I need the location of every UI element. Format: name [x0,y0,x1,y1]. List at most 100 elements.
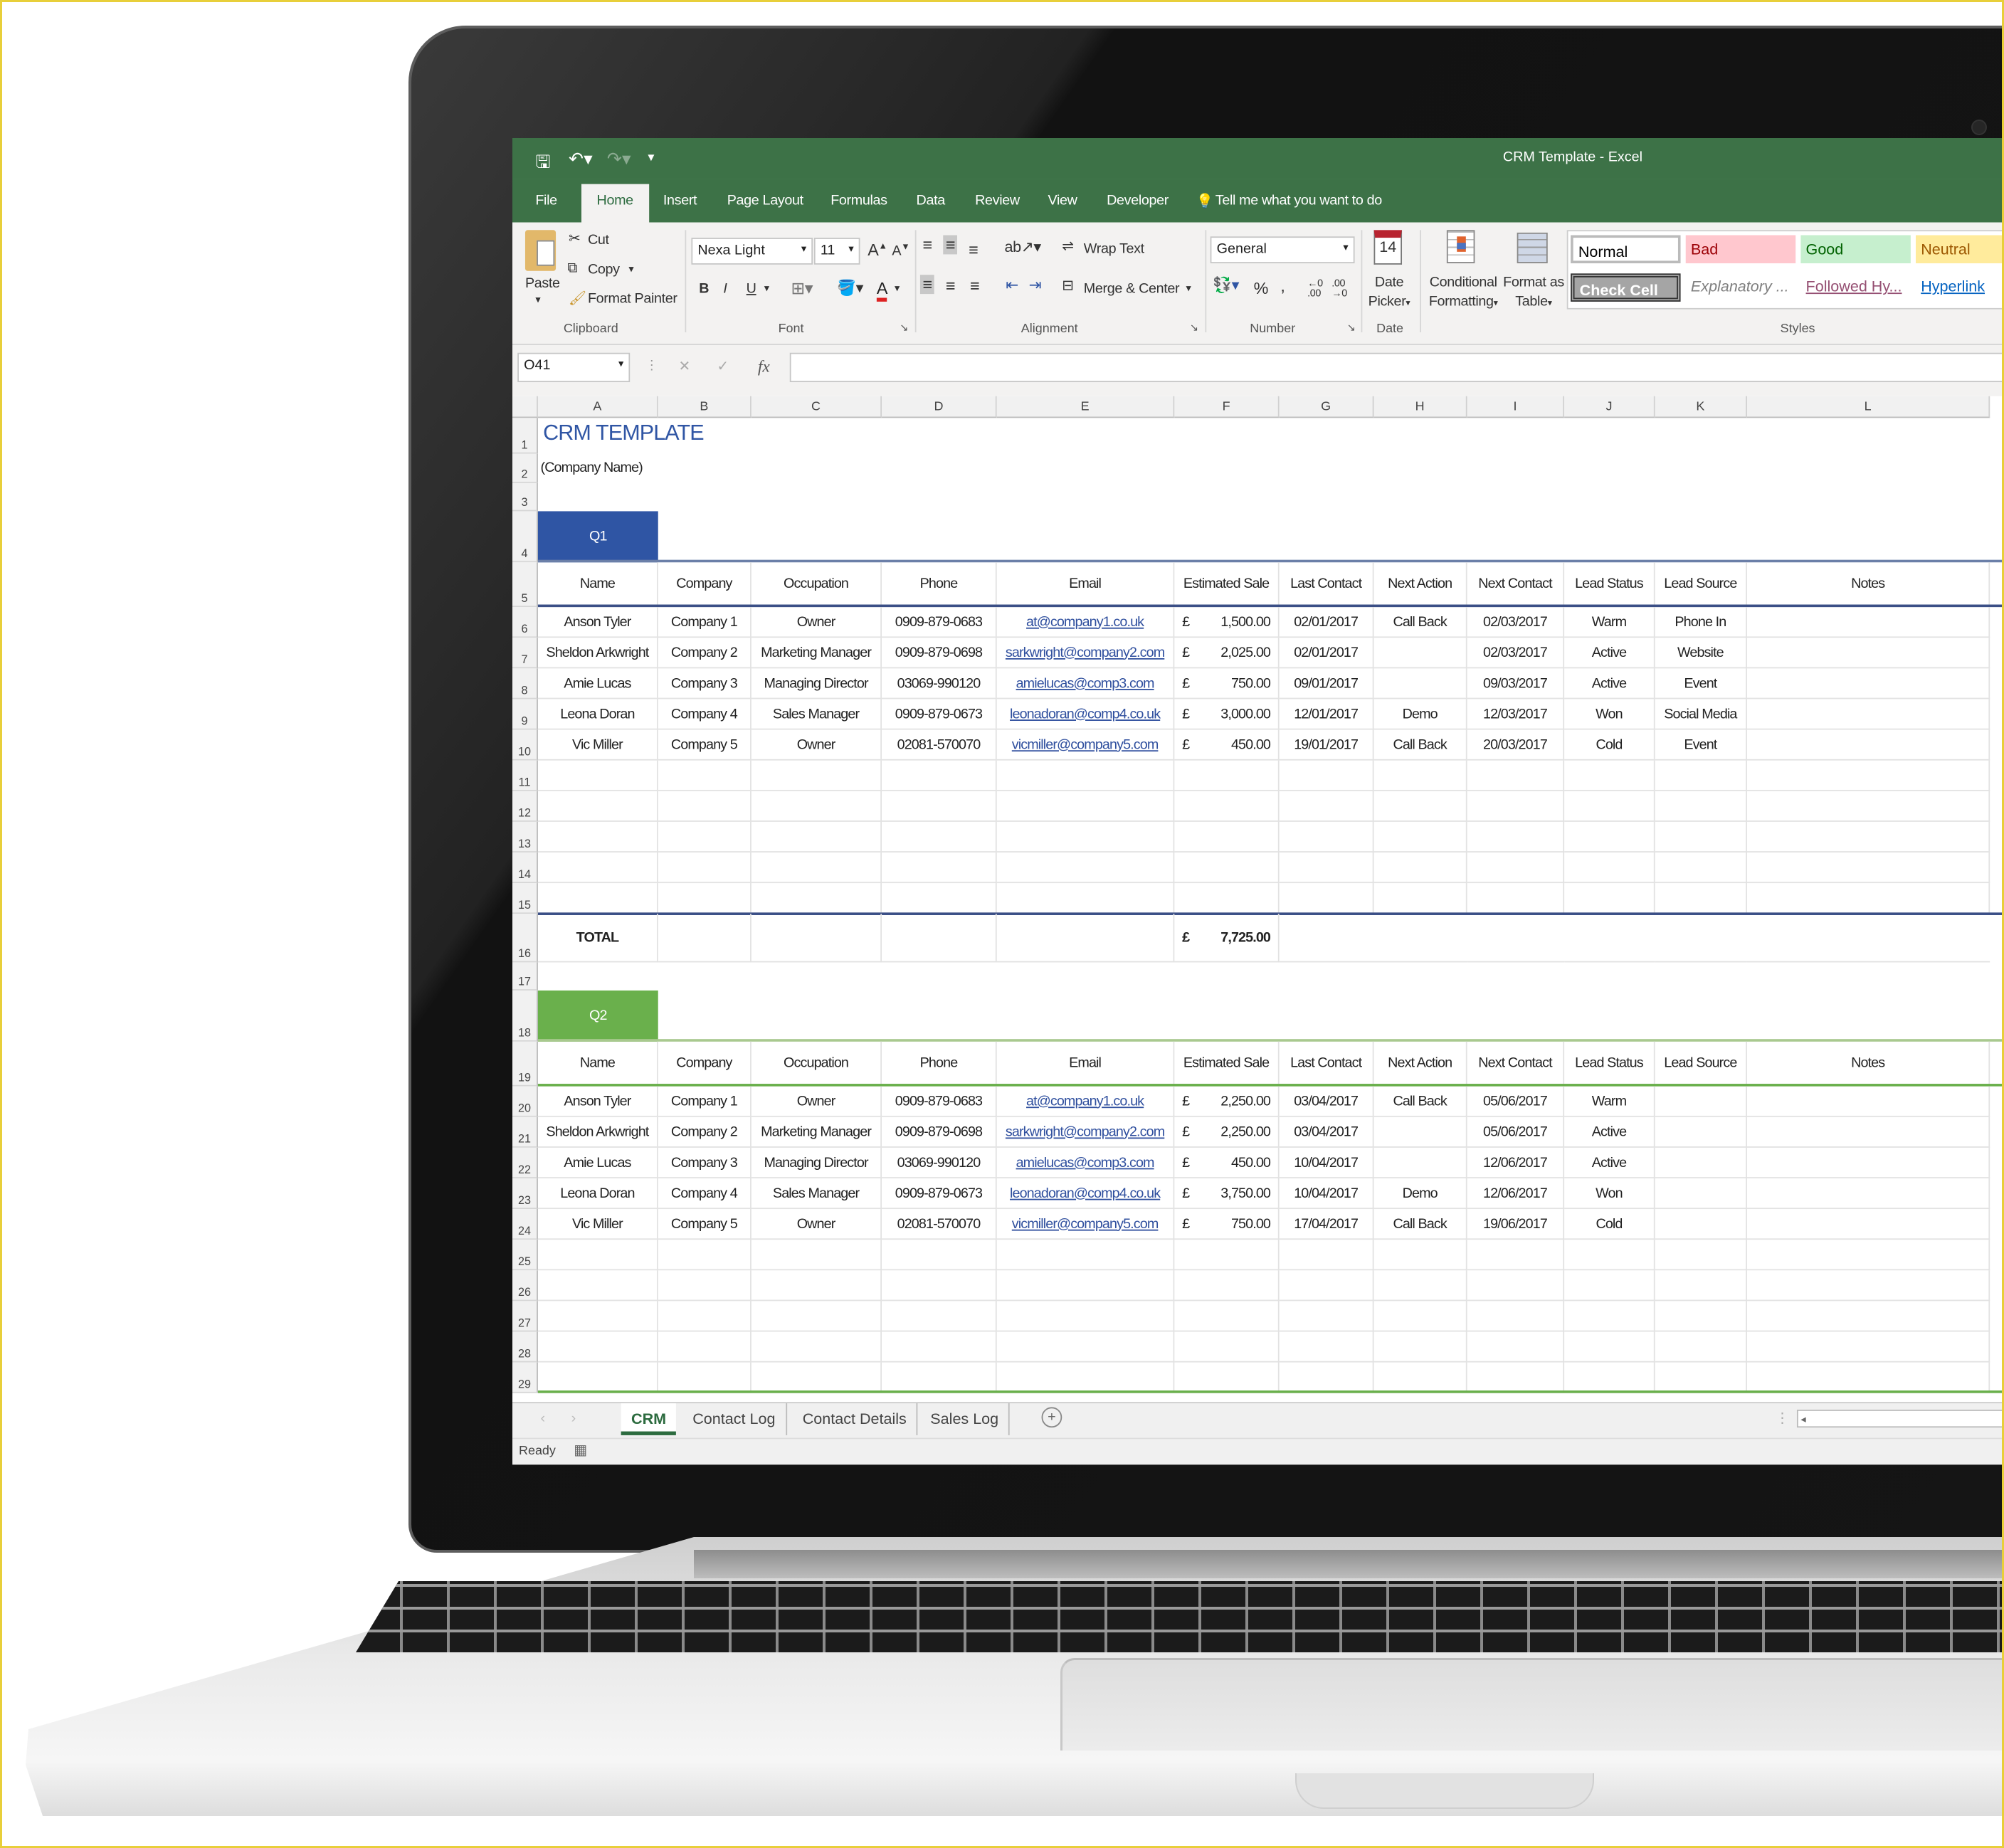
format-as-table-icon[interactable] [1517,232,1548,264]
number-dialog-launcher-icon[interactable]: ↘ [1347,322,1356,334]
table-cell[interactable]: Won [1564,1178,1655,1210]
underline-dropdown-icon[interactable]: ▾ [764,283,769,294]
empty-cell[interactable] [1279,1301,1374,1332]
paste-dropdown-icon[interactable]: ▾ [535,294,540,305]
row-header[interactable]: 8 [512,668,538,699]
empty-cell[interactable] [1746,791,1990,822]
sheet-tab-crm[interactable]: CRM [621,1403,677,1435]
style-followed-hy[interactable]: Followed Hy... [1800,273,1911,302]
table-cell[interactable]: Sales Manager [751,699,882,730]
empty-cell[interactable] [658,1331,752,1363]
table-cell[interactable] [1746,668,1990,699]
email-link[interactable]: amielucas@comp3.com [996,1147,1175,1178]
table-cell[interactable]: Event [1655,729,1747,761]
email-link[interactable]: at@company1.co.uk [996,1086,1175,1117]
conditional-formatting-button[interactable]: Conditional Formatting▾ [1424,273,1503,313]
table-cell[interactable]: Owner [751,607,882,638]
scroll-tabs-left-icon[interactable]: ‹ [541,1411,546,1427]
empty-cell[interactable] [1746,1240,1990,1271]
empty-cell[interactable] [1655,791,1747,822]
decrease-font-icon[interactable]: A▼ [892,243,909,259]
table-cell[interactable]: 02/01/2017 [1279,638,1374,669]
table-cell[interactable]: 09/03/2017 [1467,668,1565,699]
table-cell[interactable]: 17/04/2017 [1279,1209,1374,1240]
table-cell[interactable]: Amie Lucas [537,668,658,699]
empty-cell[interactable] [537,883,658,914]
email-link[interactable]: sarkwright@company2.com [996,638,1175,669]
table-cell[interactable]: Managing Director [751,668,882,699]
empty-cell[interactable] [1467,883,1565,914]
estimated-sale-cell[interactable]: £1,500.00 [1174,607,1280,638]
table-cell[interactable] [1746,1086,1990,1117]
increase-decimal-icon[interactable]: ←0.00 [1307,278,1323,300]
align-middle-icon[interactable]: ≡ [943,235,958,255]
underline-button[interactable]: U [747,281,756,297]
table-cell[interactable] [1655,1147,1747,1178]
column-header-D[interactable]: D [882,396,997,418]
empty-cell[interactable] [1279,883,1374,914]
empty-cell[interactable] [1467,1362,1565,1393]
table-cell[interactable]: Owner [751,1209,882,1240]
table-cell[interactable]: 05/06/2017 [1467,1116,1565,1148]
empty-cell[interactable] [1373,883,1467,914]
merge-center-icon[interactable]: ⊟ [1062,278,1074,295]
font-name-select[interactable]: Nexa Light ▾ [691,238,813,265]
table-cell[interactable]: Owner [751,1086,882,1117]
table-cell[interactable]: Company 3 [658,668,752,699]
empty-cell[interactable] [882,852,997,884]
row-header[interactable]: 19 [512,1041,538,1087]
empty-cell[interactable] [658,1301,752,1332]
empty-cell[interactable] [658,821,752,852]
empty-cell[interactable] [658,791,752,822]
tell-me-search[interactable]: Tell me what you want to do [1215,193,1382,208]
table-cell[interactable]: 12/01/2017 [1279,699,1374,730]
column-header-C[interactable]: C [751,396,882,418]
row-header[interactable]: 1 [512,418,538,454]
decrease-indent-icon[interactable]: ⇤ [1006,276,1018,294]
copy-button[interactable]: Copy [588,262,620,278]
table-cell[interactable]: Sales Manager [751,1178,882,1210]
column-header-F[interactable]: F [1174,396,1280,418]
empty-cell[interactable] [1373,852,1467,884]
table-cell[interactable]: Sheldon Arkwright [537,638,658,669]
empty-cell[interactable] [658,1270,752,1301]
empty-cell[interactable] [1746,1301,1990,1332]
table-cell[interactable] [1373,668,1467,699]
empty-cell[interactable] [751,1240,882,1271]
column-header-H[interactable]: H [1373,396,1467,418]
comma-button[interactable]: , [1280,276,1285,295]
customize-icon[interactable]: ▾ [648,151,654,165]
empty-cell[interactable] [1174,1362,1280,1393]
table-cell[interactable] [1655,1178,1747,1210]
table-cell[interactable]: Owner [751,729,882,761]
empty-cell[interactable] [1746,914,1990,963]
table-cell[interactable] [1373,638,1467,669]
style-neutral[interactable]: Neutral [1916,235,2004,264]
empty-cell[interactable] [1655,1331,1747,1363]
row-header[interactable]: 29 [512,1362,538,1393]
estimated-sale-cell[interactable]: £2,250.00 [1174,1116,1280,1148]
column-header-J[interactable]: J [1564,396,1655,418]
empty-cell[interactable] [1373,914,1467,963]
empty-cell[interactable] [996,1240,1175,1271]
estimated-sale-cell[interactable]: £450.00 [1174,1147,1280,1178]
row-header[interactable]: 3 [512,482,538,512]
row-header[interactable]: 18 [512,990,538,1042]
row-header[interactable]: 5 [512,562,538,608]
tab-view[interactable]: View [1048,193,1077,208]
empty-cell[interactable] [1467,914,1565,963]
table-cell[interactable]: 09/01/2017 [1279,668,1374,699]
empty-cell[interactable] [751,883,882,914]
table-cell[interactable] [1655,1209,1747,1240]
table-cell[interactable]: 02/01/2017 [1279,607,1374,638]
table-cell[interactable]: Call Back [1373,607,1467,638]
estimated-sale-cell[interactable]: £2,025.00 [1174,638,1280,669]
row-header[interactable]: 14 [512,852,538,884]
empty-cell[interactable] [1655,883,1747,914]
table-cell[interactable]: Vic Miller [537,1209,658,1240]
align-right-icon[interactable]: ≡ [970,276,980,295]
format-as-table-button[interactable]: Format as Table▾ [1502,273,1566,313]
empty-cell[interactable] [996,914,1175,963]
row-header[interactable]: 20 [512,1086,538,1117]
empty-cell[interactable] [1564,1270,1655,1301]
